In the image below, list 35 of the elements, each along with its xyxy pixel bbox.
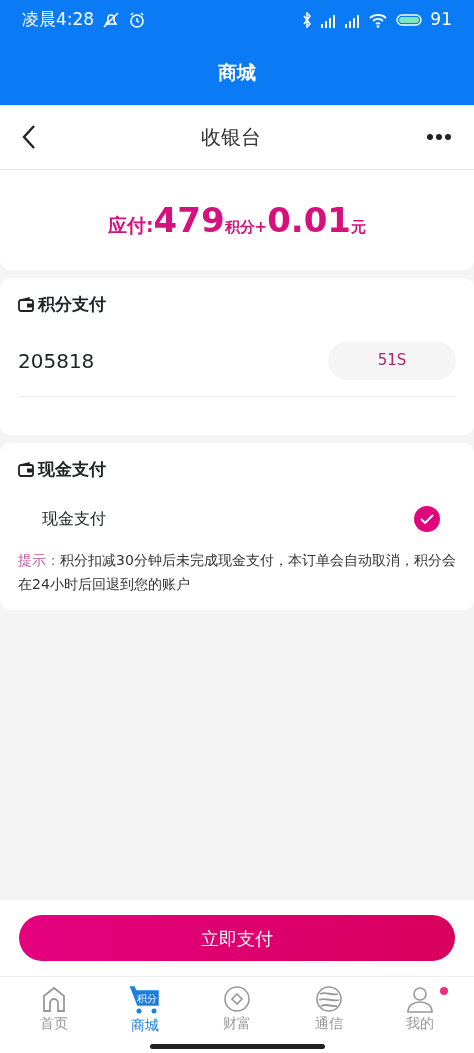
alarm-icon	[128, 11, 147, 29]
more-button[interactable]	[426, 133, 452, 141]
back-button[interactable]	[22, 124, 36, 150]
payment-option-label: 现金支付	[42, 508, 106, 530]
wallet-icon	[18, 297, 34, 313]
verification-code: 205818	[18, 347, 95, 375]
battery-icon	[396, 13, 423, 27]
tab-item[interactable]: 财富	[191, 977, 283, 1036]
wifi-icon	[368, 12, 389, 28]
page-title: 收银台	[201, 124, 261, 151]
bell-off-icon	[102, 11, 121, 29]
globe-icon	[314, 985, 343, 1013]
person-icon	[405, 985, 436, 1013]
payable-amount: 应付:479积分+0.01元	[107, 198, 367, 242]
status-time: 凌晨4:28	[22, 8, 95, 32]
wallet-icon	[18, 461, 34, 477]
bluetooth-icon	[302, 12, 313, 28]
signal-icon	[344, 12, 361, 28]
tip-text: 提示：积分扣减30分钟后未完成现金支付，本订单会自动取消，积分会在24小时后回退到您的账户	[18, 551, 456, 594]
battery-level: 91	[430, 8, 452, 32]
coin-icon	[223, 985, 251, 1013]
check-icon	[420, 514, 434, 524]
section-title: 现金支付	[38, 457, 106, 481]
app-title: 商城	[218, 60, 256, 86]
tab-item[interactable]: 我的	[374, 977, 466, 1036]
signal-icon	[320, 12, 337, 28]
checkbox[interactable]	[414, 506, 440, 532]
section-title: 积分支付	[38, 293, 106, 316]
tab-item[interactable]: 积分 商城	[99, 977, 192, 1036]
countdown-button[interactable]: 51S	[328, 341, 456, 380]
pay-button[interactable]: 立即支付	[19, 915, 455, 961]
more-icon	[426, 133, 452, 141]
tab-item[interactable]: 首页	[8, 977, 100, 1036]
back-icon	[22, 124, 36, 150]
tab-item[interactable]: 通信	[282, 977, 375, 1036]
